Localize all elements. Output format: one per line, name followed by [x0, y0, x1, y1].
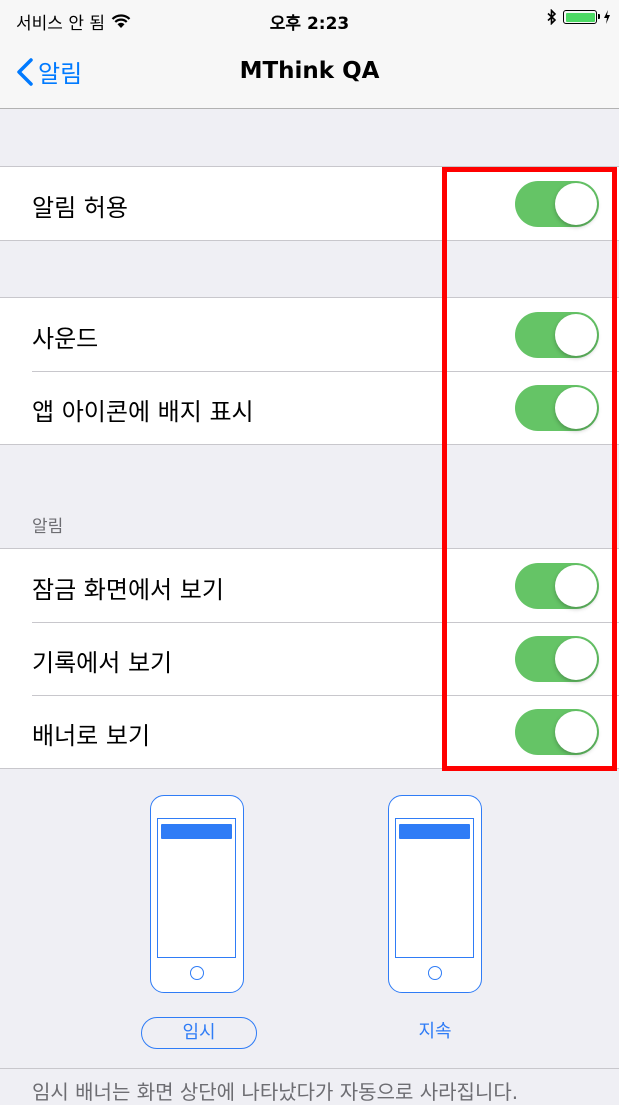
group-sound-badge: 사운드 앱 아이콘에 배지 표시	[0, 297, 619, 445]
status-right	[547, 9, 611, 25]
toggle-knob	[555, 314, 597, 356]
setting-row-badge: 앱 아이콘에 배지 표시	[0, 371, 619, 444]
badge-label: 앱 아이콘에 배지 표시	[32, 398, 254, 426]
history-toggle[interactable]	[515, 636, 599, 682]
phone-screen	[157, 818, 236, 958]
status-bar: 서비스 안 됨 오후 2:23	[0, 0, 619, 40]
toggle-knob	[555, 183, 597, 225]
allow-notifications-label: 알림 허용	[32, 194, 128, 222]
charging-icon	[604, 10, 610, 24]
group-alerts: 잠금 화면에서 보기 기록에서 보기 배너로 보기	[0, 548, 619, 769]
battery-level	[565, 12, 595, 22]
toggle-knob	[555, 638, 597, 680]
navigation-bar: 알림 MThink QA	[0, 40, 619, 109]
sound-label: 사운드	[32, 325, 99, 353]
divider	[0, 1068, 619, 1069]
setting-row-history: 기록에서 보기	[0, 622, 619, 695]
toggle-knob	[555, 387, 597, 429]
persistent-option-label[interactable]: 지속	[380, 1017, 490, 1049]
home-button-icon	[428, 966, 442, 980]
lock-screen-toggle[interactable]	[515, 563, 599, 609]
group-allow: 알림 허용	[0, 166, 619, 241]
banner-preview	[161, 824, 232, 839]
page-title: MThink QA	[239, 58, 380, 84]
setting-row-allow: 알림 허용	[0, 167, 619, 240]
status-time: 오후 2:23	[269, 14, 350, 34]
banners-toggle[interactable]	[515, 709, 599, 755]
banner-preview	[399, 824, 470, 839]
phone-icon	[150, 795, 244, 993]
home-button-icon	[190, 966, 204, 980]
battery-icon	[563, 10, 600, 24]
banner-style-description: 임시 배너는 화면 상단에 나타났다가 자동으로 사라집니다.	[32, 1080, 519, 1104]
phone-screen	[395, 818, 474, 958]
setting-row-sound: 사운드	[0, 298, 619, 371]
banners-label: 배너로 보기	[32, 722, 151, 750]
history-label: 기록에서 보기	[32, 649, 173, 677]
toggle-knob	[555, 711, 597, 753]
persistent-banner-option[interactable]	[388, 795, 484, 993]
setting-row-lock-screen: 잠금 화면에서 보기	[0, 549, 619, 622]
section-header-alerts: 알림	[32, 517, 64, 537]
lock-screen-label: 잠금 화면에서 보기	[32, 576, 224, 604]
sound-toggle[interactable]	[515, 312, 599, 358]
badge-toggle[interactable]	[515, 385, 599, 431]
allow-notifications-toggle[interactable]	[515, 181, 599, 227]
temporary-banner-option[interactable]	[150, 795, 246, 993]
toggle-knob	[555, 565, 597, 607]
bluetooth-icon	[547, 9, 557, 25]
setting-row-banners: 배너로 보기	[0, 695, 619, 768]
temporary-option-label[interactable]: 임시	[141, 1017, 257, 1049]
phone-icon	[388, 795, 482, 993]
